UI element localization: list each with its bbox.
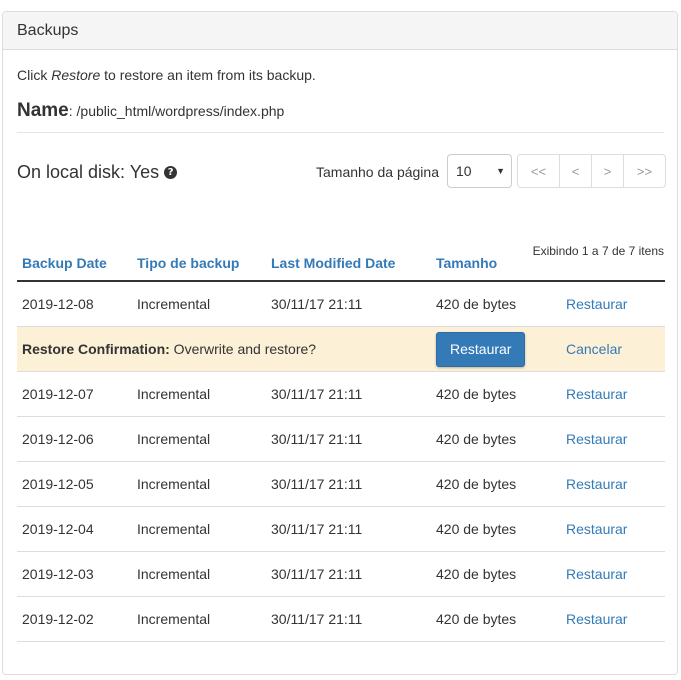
backups-panel: Backups Click Restore to restore an item… bbox=[2, 11, 678, 675]
page-size-label: Tamanho da página bbox=[316, 164, 439, 180]
header-last-modified[interactable]: Last Modified Date bbox=[266, 255, 431, 282]
restore-link[interactable]: Restaurar bbox=[566, 386, 627, 402]
cell-modified: 30/11/17 21:11 bbox=[266, 371, 431, 417]
cell-size: 420 de bytes bbox=[431, 551, 561, 597]
cell-action: Restaurar bbox=[561, 596, 665, 642]
table-row: 2019-12-02 Incremental 30/11/17 21:11 42… bbox=[17, 596, 665, 642]
cell-type: Incremental bbox=[132, 461, 266, 507]
header-backup-type[interactable]: Tipo de backup bbox=[132, 255, 266, 282]
backups-table: Backup Date Tipo de backup Last Modified… bbox=[17, 255, 665, 642]
cell-date: 2019-12-03 bbox=[17, 551, 132, 597]
cell-size: 420 de bytes bbox=[431, 281, 561, 327]
prev-page-button[interactable]: < bbox=[559, 154, 592, 188]
file-name-line: Name: /public_html/wordpress/index.php bbox=[17, 100, 664, 133]
restore-link[interactable]: Restaurar bbox=[566, 521, 627, 537]
confirm-label: Restore Confirmation: bbox=[22, 341, 170, 357]
cell-date: 2019-12-05 bbox=[17, 461, 132, 507]
restore-link[interactable]: Restaurar bbox=[566, 431, 627, 447]
cell-type: Incremental bbox=[132, 596, 266, 642]
cancel-link[interactable]: Cancelar bbox=[566, 341, 622, 357]
panel-title: Backups bbox=[17, 21, 79, 39]
cell-date: 2019-12-07 bbox=[17, 371, 132, 417]
confirm-restore-button[interactable]: Restaurar bbox=[436, 331, 526, 367]
page-size-value: 10 bbox=[456, 163, 472, 179]
intro-after: to restore an item from its backup. bbox=[100, 67, 316, 83]
cell-type: Incremental bbox=[132, 281, 266, 327]
table-header-row: Backup Date Tipo de backup Last Modified… bbox=[17, 255, 665, 282]
table-row: 2019-12-04 Incremental 30/11/17 21:11 42… bbox=[17, 506, 665, 552]
cell-modified: 30/11/17 21:11 bbox=[266, 506, 431, 552]
first-page-button[interactable]: << bbox=[517, 154, 560, 188]
cell-action: Restaurar bbox=[561, 461, 665, 507]
cell-action: Restaurar bbox=[561, 551, 665, 597]
page-size-select[interactable]: 10 ▼ bbox=[447, 154, 512, 188]
cell-date: 2019-12-04 bbox=[17, 506, 132, 552]
name-label: Name bbox=[17, 100, 69, 121]
header-actions bbox=[561, 255, 665, 282]
local-disk-status: On local disk: Yes ? bbox=[17, 162, 178, 183]
cell-size: 420 de bytes bbox=[431, 371, 561, 417]
cell-size: 420 de bytes bbox=[431, 506, 561, 552]
file-path: /public_html/wordpress/index.php bbox=[72, 103, 285, 119]
local-disk-label: On local disk: Yes bbox=[17, 162, 160, 182]
intro-before: Click bbox=[17, 67, 52, 83]
cell-type: Incremental bbox=[132, 371, 266, 417]
header-size[interactable]: Tamanho bbox=[431, 255, 561, 282]
cell-type: Incremental bbox=[132, 416, 266, 462]
cell-size: 420 de bytes bbox=[431, 416, 561, 462]
caret-down-icon: ▼ bbox=[496, 166, 505, 176]
cell-date: 2019-12-06 bbox=[17, 416, 132, 462]
table-row: 2019-12-03 Incremental 30/11/17 21:11 42… bbox=[17, 551, 665, 597]
question-circle-icon[interactable]: ? bbox=[164, 166, 178, 179]
cell-type: Incremental bbox=[132, 506, 266, 552]
cell-type: Incremental bbox=[132, 551, 266, 597]
cell-size: 420 de bytes bbox=[431, 461, 561, 507]
cell-modified: 30/11/17 21:11 bbox=[266, 551, 431, 597]
confirm-button-cell: Restaurar bbox=[431, 326, 561, 372]
table-row: 2019-12-05 Incremental 30/11/17 21:11 42… bbox=[17, 461, 665, 507]
restore-link[interactable]: Restaurar bbox=[566, 296, 627, 312]
cell-modified: 30/11/17 21:11 bbox=[266, 596, 431, 642]
cancel-cell: Cancelar bbox=[561, 326, 665, 372]
cell-modified: 30/11/17 21:11 bbox=[266, 461, 431, 507]
cell-date: 2019-12-08 bbox=[17, 281, 132, 327]
intro-restore-word: Restore bbox=[51, 67, 101, 83]
cell-action: Restaurar bbox=[561, 371, 665, 417]
cell-modified: 30/11/17 21:11 bbox=[266, 281, 431, 327]
restore-confirmation-row: Restore Confirmation: Overwrite and rest… bbox=[17, 326, 665, 372]
cell-date: 2019-12-02 bbox=[17, 596, 132, 642]
header-backup-date[interactable]: Backup Date bbox=[17, 255, 132, 282]
restore-link[interactable]: Restaurar bbox=[566, 476, 627, 492]
table-row: 2019-12-06 Incremental 30/11/17 21:11 42… bbox=[17, 416, 665, 462]
confirm-text: Overwrite and restore? bbox=[169, 341, 317, 357]
next-page-button[interactable]: > bbox=[591, 154, 624, 188]
intro-text: Click Restore to restore an item from it… bbox=[17, 67, 316, 83]
restore-link[interactable]: Restaurar bbox=[566, 611, 627, 627]
last-page-button[interactable]: >> bbox=[623, 154, 666, 188]
cell-size: 420 de bytes bbox=[431, 596, 561, 642]
confirm-message: Restore Confirmation: Overwrite and rest… bbox=[17, 326, 431, 372]
table-row: 2019-12-08 Incremental 30/11/17 21:11 42… bbox=[17, 281, 665, 327]
cell-action: Restaurar bbox=[561, 281, 665, 327]
restore-link[interactable]: Restaurar bbox=[566, 566, 627, 582]
pagination: << < > >> bbox=[517, 154, 666, 188]
cell-action: Restaurar bbox=[561, 416, 665, 462]
cell-action: Restaurar bbox=[561, 506, 665, 552]
panel-heading: Backups bbox=[3, 12, 677, 50]
table-row: 2019-12-07 Incremental 30/11/17 21:11 42… bbox=[17, 371, 665, 417]
cell-modified: 30/11/17 21:11 bbox=[266, 416, 431, 462]
